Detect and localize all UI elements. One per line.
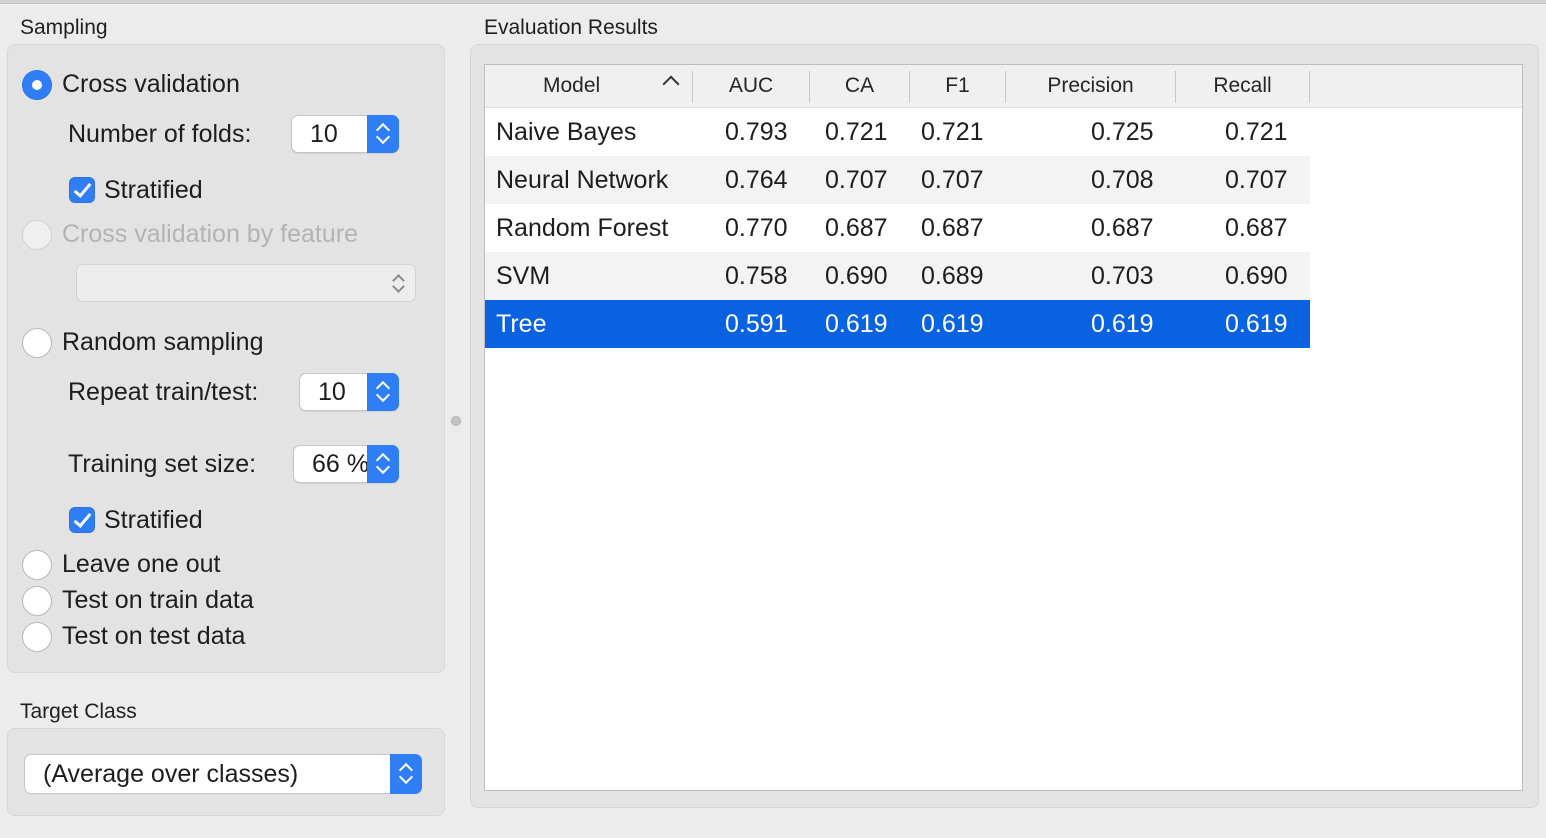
cross-validation-radio[interactable]: [22, 70, 52, 100]
leave-one-out-label[interactable]: Leave one out: [62, 550, 220, 579]
rs-stratified-label[interactable]: Stratified: [104, 506, 203, 535]
column-header-auc[interactable]: AUC: [693, 65, 809, 107]
repeat-train-test-label: Repeat train/test:: [68, 378, 259, 406]
spinner-arrows-icon[interactable]: [367, 115, 399, 153]
table-row[interactable]: Neural Network 0.764 0.707 0.707 0.708 0…: [485, 156, 1310, 204]
cell-f1: 0.721: [921, 118, 984, 146]
leave-one-out-radio[interactable]: [22, 550, 52, 580]
evaluation-results-title: Evaluation Results: [484, 16, 658, 39]
number-of-folds-value[interactable]: 10: [310, 120, 338, 149]
cv-by-feature-label: Cross validation by feature: [62, 220, 358, 248]
evaluation-results-table[interactable]: Model AUC CA F1 Precision Recall Naive B…: [484, 64, 1523, 791]
repeat-train-test-value[interactable]: 10: [318, 378, 346, 407]
cell-model: Neural Network: [496, 166, 669, 194]
cell-model: Naive Bayes: [496, 118, 637, 146]
table-row[interactable]: Naive Bayes 0.793 0.721 0.721 0.725 0.72…: [485, 108, 1310, 156]
column-header-recall[interactable]: Recall: [1176, 65, 1309, 107]
cell-recall: 0.721: [1225, 118, 1288, 146]
number-of-folds-spinner[interactable]: 10: [291, 115, 399, 153]
column-separator[interactable]: [1309, 71, 1310, 103]
cell-auc: 0.770: [725, 214, 788, 242]
column-header-precision[interactable]: Precision: [1006, 65, 1175, 107]
cell-ca: 0.687: [825, 214, 888, 242]
table-row-selected[interactable]: Tree 0.591 0.619 0.619 0.619 0.619: [485, 300, 1310, 348]
cell-auc: 0.758: [725, 262, 788, 290]
cell-auc: 0.793: [725, 118, 788, 146]
cell-model: Tree: [496, 310, 547, 338]
cell-auc: 0.591: [725, 310, 788, 338]
cell-f1: 0.619: [921, 310, 984, 338]
cell-ca: 0.690: [825, 262, 888, 290]
select-arrows-icon[interactable]: [390, 754, 422, 794]
target-class-title: Target Class: [20, 700, 137, 723]
cell-model: SVM: [496, 262, 551, 290]
window-top-border: [0, 0, 1546, 4]
spinner-arrows-icon[interactable]: [367, 445, 399, 483]
cell-f1: 0.687: [921, 214, 984, 242]
training-set-size-value[interactable]: 66 %: [312, 450, 368, 479]
rs-stratified-checkbox[interactable]: [69, 507, 95, 533]
chevron-updown-icon: [391, 271, 405, 295]
repeat-train-test-spinner[interactable]: 10: [299, 373, 399, 411]
cell-ca: 0.619: [825, 310, 888, 338]
table-header: Model AUC CA F1 Precision Recall: [485, 65, 1522, 108]
sampling-title: Sampling: [20, 16, 108, 39]
cv-stratified-checkbox[interactable]: [69, 177, 95, 203]
column-header-f1[interactable]: F1: [910, 65, 1005, 107]
sort-ascending-icon: [662, 75, 680, 93]
cell-f1: 0.707: [921, 166, 984, 194]
cell-recall: 0.619: [1225, 310, 1288, 338]
cell-model: Random Forest: [496, 214, 669, 242]
spinner-arrows-icon[interactable]: [367, 373, 399, 411]
number-of-folds-label: Number of folds:: [68, 120, 252, 148]
training-set-size-label: Training set size:: [68, 450, 257, 478]
cell-precision: 0.619: [1091, 310, 1154, 338]
table-row[interactable]: Random Forest 0.770 0.687 0.687 0.687 0.…: [485, 204, 1310, 252]
cv-stratified-label[interactable]: Stratified: [104, 176, 203, 205]
test-on-test-label[interactable]: Test on test data: [62, 622, 245, 651]
random-sampling-label[interactable]: Random sampling: [62, 328, 264, 357]
cv-feature-select: [76, 264, 416, 302]
column-header-ca[interactable]: CA: [810, 65, 909, 107]
column-header-label: Model: [543, 74, 601, 97]
cell-ca: 0.721: [825, 118, 888, 146]
cell-precision: 0.708: [1091, 166, 1154, 194]
test-on-test-radio[interactable]: [22, 622, 52, 652]
test-on-train-radio[interactable]: [22, 586, 52, 616]
splitter-handle[interactable]: [451, 416, 461, 426]
cell-precision: 0.687: [1091, 214, 1154, 242]
cell-precision: 0.703: [1091, 262, 1154, 290]
cell-precision: 0.725: [1091, 118, 1154, 146]
cross-validation-label[interactable]: Cross validation: [62, 70, 240, 99]
cell-f1: 0.689: [921, 262, 984, 290]
target-class-value[interactable]: (Average over classes): [43, 760, 298, 789]
random-sampling-radio[interactable]: [22, 328, 52, 358]
cell-ca: 0.707: [825, 166, 888, 194]
cell-recall: 0.707: [1225, 166, 1288, 194]
training-set-size-spinner[interactable]: 66 %: [293, 445, 399, 483]
column-header-model[interactable]: Model: [485, 65, 692, 107]
table-row[interactable]: SVM 0.758 0.690 0.689 0.703 0.690: [485, 252, 1310, 300]
cv-by-feature-radio: [22, 220, 52, 250]
cell-recall: 0.690: [1225, 262, 1288, 290]
cell-auc: 0.764: [725, 166, 788, 194]
target-class-select[interactable]: (Average over classes): [24, 754, 422, 794]
test-on-train-label[interactable]: Test on train data: [62, 586, 254, 615]
cell-recall: 0.687: [1225, 214, 1288, 242]
